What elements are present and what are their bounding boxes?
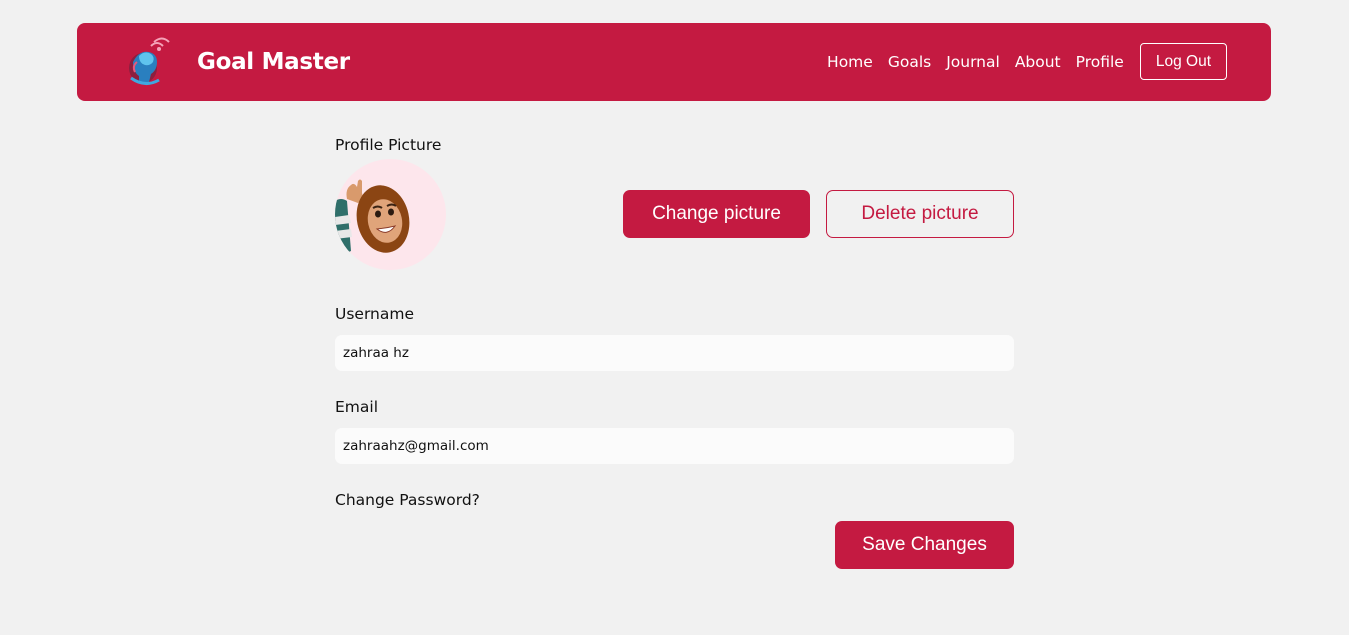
username-input[interactable] <box>335 335 1014 371</box>
profile-picture-label: Profile Picture <box>335 136 442 154</box>
email-input[interactable] <box>335 428 1014 464</box>
top-navbar: Goal Master Home Goals Journal About Pro… <box>77 23 1271 101</box>
nav-home[interactable]: Home <box>827 53 873 71</box>
nav-journal[interactable]: Journal <box>946 53 1000 71</box>
nav-profile[interactable]: Profile <box>1076 53 1124 71</box>
nav-goals[interactable]: Goals <box>888 53 931 71</box>
brand-name[interactable]: Goal Master <box>197 23 350 101</box>
change-password-link[interactable]: Change Password? <box>335 491 480 509</box>
delete-picture-button[interactable]: Delete picture <box>826 190 1014 238</box>
save-changes-button[interactable]: Save Changes <box>835 521 1014 569</box>
email-label: Email <box>335 398 379 416</box>
nav-menu: Home Goals Journal About Profile Log Out <box>827 43 1227 80</box>
logout-button[interactable]: Log Out <box>1139 43 1227 80</box>
nav-about[interactable]: About <box>1015 53 1061 71</box>
change-picture-button[interactable]: Change picture <box>623 190 810 238</box>
username-label: Username <box>335 305 415 323</box>
avatar <box>335 159 446 270</box>
brain-head-logo-icon[interactable] <box>121 32 177 88</box>
